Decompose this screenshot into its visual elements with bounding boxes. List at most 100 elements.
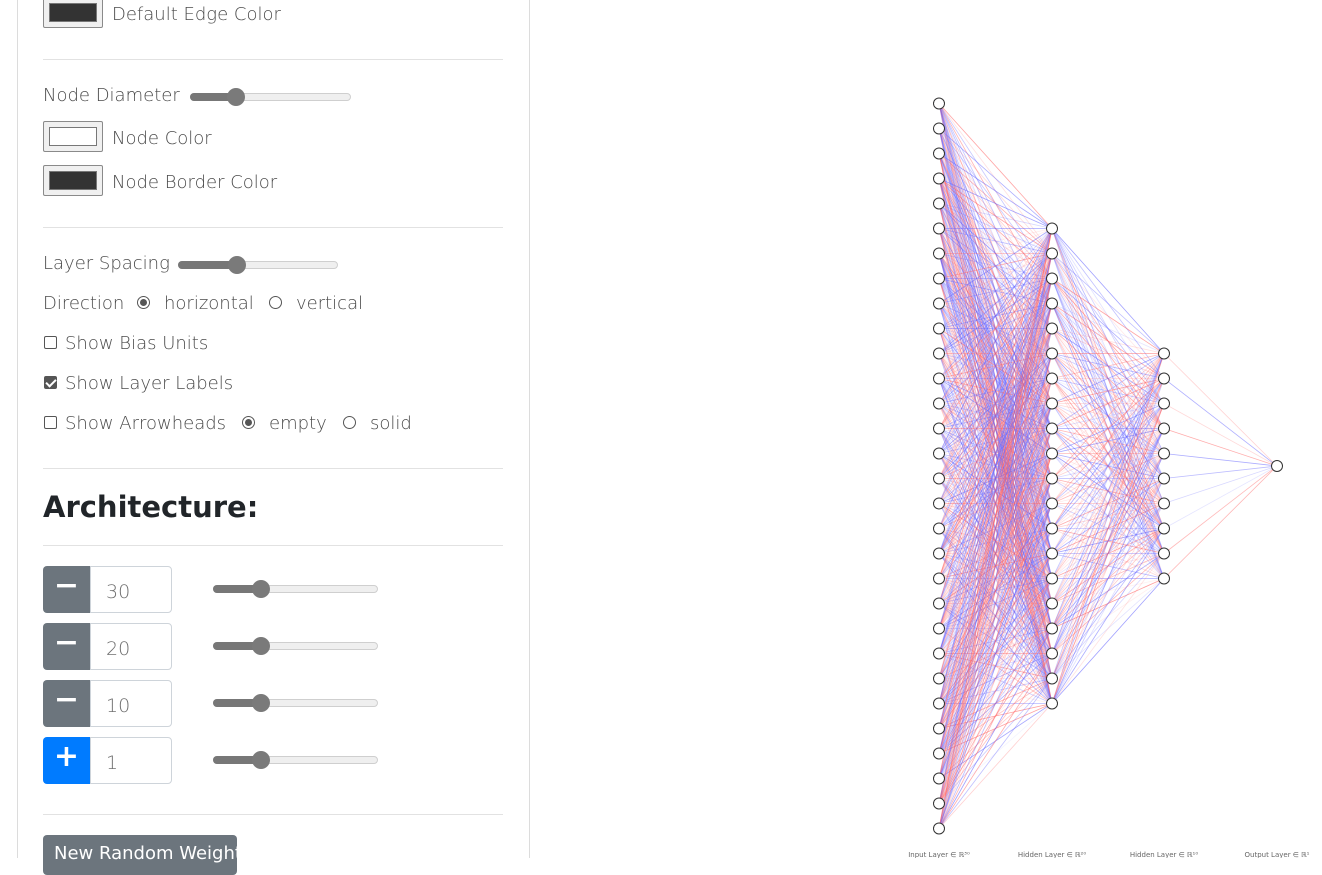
direction-vertical-label: vertical bbox=[296, 293, 364, 314]
node bbox=[1046, 647, 1058, 660]
layer-spacing-slider-thumb[interactable] bbox=[228, 256, 246, 274]
node bbox=[933, 272, 945, 285]
node bbox=[933, 322, 945, 335]
node bbox=[1046, 697, 1058, 710]
node bbox=[933, 222, 945, 235]
edge bbox=[1163, 465, 1278, 479]
layer-size-input[interactable]: 1 bbox=[90, 737, 172, 784]
node bbox=[933, 497, 945, 510]
arrowhead-empty-label: empty bbox=[269, 413, 327, 434]
node bbox=[1158, 447, 1170, 460]
layer-size-slider-thumb[interactable] bbox=[252, 694, 270, 712]
node bbox=[933, 172, 945, 185]
node bbox=[933, 747, 945, 760]
layer-size-input[interactable]: 20 bbox=[90, 623, 172, 670]
node bbox=[1046, 347, 1058, 360]
node bbox=[1046, 672, 1058, 685]
node bbox=[933, 772, 945, 785]
show-arrowheads-checkbox[interactable] bbox=[44, 416, 57, 429]
edge bbox=[1051, 553, 1165, 704]
layer-label: Input Layer ∈ ℝ³⁰ bbox=[908, 851, 970, 858]
edge bbox=[1051, 253, 1165, 354]
divider bbox=[43, 814, 503, 815]
show-layer-labels-checkbox[interactable] bbox=[44, 376, 57, 389]
layer-size-slider-thumb[interactable] bbox=[252, 637, 270, 655]
layer-size-input[interactable]: 30 bbox=[90, 566, 172, 613]
node bbox=[933, 697, 945, 710]
node bbox=[1046, 572, 1058, 585]
edge bbox=[1163, 465, 1278, 529]
layer-size-slider[interactable] bbox=[213, 750, 378, 770]
arrowhead-solid-label: solid bbox=[370, 413, 412, 434]
node bbox=[1046, 372, 1058, 385]
show-bias-units-checkbox[interactable] bbox=[44, 336, 57, 349]
layer-label: Hidden Layer ∈ ℝ²⁰ bbox=[1018, 851, 1086, 858]
edge bbox=[1163, 465, 1278, 504]
node bbox=[1046, 622, 1058, 635]
layer-size-input[interactable]: 10 bbox=[90, 680, 172, 727]
default-edge-color-picker[interactable] bbox=[43, 0, 103, 28]
node-diameter-slider[interactable] bbox=[190, 87, 351, 107]
add-layer-button[interactable]: + bbox=[43, 737, 90, 784]
node bbox=[1046, 397, 1058, 410]
direction-label: Direction bbox=[43, 293, 125, 314]
node-border-color-swatch bbox=[49, 171, 97, 190]
node bbox=[1046, 597, 1058, 610]
node bbox=[933, 597, 945, 610]
layer-size-slider-thumb[interactable] bbox=[252, 751, 270, 769]
node-color-swatch bbox=[49, 127, 97, 146]
node bbox=[1158, 572, 1170, 585]
direction-vertical-radio[interactable] bbox=[269, 296, 282, 309]
direction-horizontal-radio[interactable] bbox=[137, 296, 150, 309]
plus-icon: + bbox=[53, 739, 80, 774]
node-diameter-slider-thumb[interactable] bbox=[227, 88, 245, 106]
node bbox=[1046, 497, 1058, 510]
settings-panel: Default Edge Color Node Diameter Node Co… bbox=[17, 0, 530, 875]
remove-layer-button[interactable]: − bbox=[43, 680, 90, 727]
node bbox=[933, 822, 945, 835]
minus-icon: − bbox=[53, 625, 80, 660]
arrowhead-solid-radio[interactable] bbox=[343, 416, 356, 429]
node bbox=[933, 572, 945, 585]
default-edge-color-label: Default Edge Color bbox=[112, 4, 281, 25]
edge bbox=[1163, 378, 1278, 467]
node bbox=[1046, 297, 1058, 310]
node bbox=[933, 197, 945, 210]
divider bbox=[43, 468, 503, 469]
edge bbox=[1163, 403, 1278, 467]
layer-size-slider[interactable] bbox=[213, 636, 378, 656]
node bbox=[933, 122, 945, 135]
edge bbox=[1051, 503, 1165, 704]
show-arrowheads-label: Show Arrowheads bbox=[65, 413, 227, 434]
node bbox=[1046, 322, 1058, 335]
edge bbox=[1163, 453, 1278, 467]
node bbox=[933, 297, 945, 310]
node bbox=[1158, 497, 1170, 510]
layer-size-slider[interactable] bbox=[213, 693, 378, 713]
remove-layer-button[interactable]: − bbox=[43, 623, 90, 670]
node bbox=[933, 547, 945, 560]
node bbox=[1046, 547, 1058, 560]
divider bbox=[43, 227, 503, 228]
node-border-color-label: Node Border Color bbox=[112, 172, 278, 193]
node bbox=[933, 722, 945, 735]
minus-icon: − bbox=[53, 568, 80, 603]
node bbox=[933, 422, 945, 435]
node bbox=[1046, 247, 1058, 260]
layer-size-slider[interactable] bbox=[213, 579, 378, 599]
layer-size-slider-thumb[interactable] bbox=[252, 580, 270, 598]
node bbox=[1046, 472, 1058, 485]
divider bbox=[43, 59, 503, 60]
arrowhead-empty-radio[interactable] bbox=[242, 416, 255, 429]
node-border-color-picker[interactable] bbox=[43, 165, 103, 196]
divider bbox=[43, 545, 503, 546]
node bbox=[933, 397, 945, 410]
node bbox=[1158, 522, 1170, 535]
layer-spacing-slider[interactable] bbox=[178, 255, 338, 275]
new-random-weights-button[interactable]: New Random Weights bbox=[43, 835, 251, 875]
remove-layer-button[interactable]: − bbox=[43, 566, 90, 613]
node bbox=[1046, 522, 1058, 535]
node-color-picker[interactable] bbox=[43, 121, 103, 152]
show-bias-units-label: Show Bias Units bbox=[65, 333, 209, 354]
minus-icon: − bbox=[53, 682, 80, 717]
